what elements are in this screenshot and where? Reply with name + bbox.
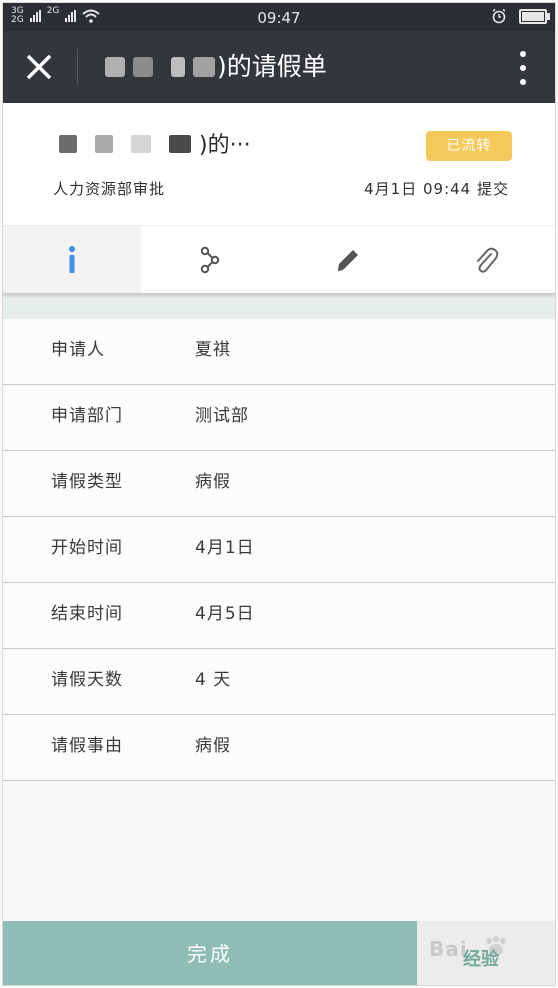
page-title: )的请假单 [217, 52, 327, 81]
close-button[interactable] [21, 49, 57, 85]
redacted-name-3 [171, 57, 185, 77]
close-icon [26, 54, 52, 80]
detail-row-applicant: 申请人 夏祺 [3, 319, 555, 385]
watermark-sub: 经验 [463, 949, 499, 970]
row-label: 开始时间 [51, 538, 123, 558]
redacted-name-4 [193, 57, 215, 77]
done-button[interactable]: 完成 [3, 921, 417, 985]
row-value: 病假 [195, 736, 231, 756]
detail-row-reason: 请假事由 病假 [3, 715, 555, 781]
detail-list: 申请人 夏祺 申请部门 测试部 请假类型 病假 开始时间 4月1日 结束时间 4… [3, 319, 555, 781]
battery-icon [519, 8, 550, 24]
info-icon [69, 246, 75, 273]
row-label: 请假类型 [51, 472, 123, 492]
tab-bar [3, 225, 555, 294]
status-bar: 3G 2G 2G 2G 09:47 [3, 3, 555, 31]
row-label: 申请部门 [51, 406, 123, 426]
tab-flow[interactable] [141, 226, 279, 294]
app-screen: 3G 2G 2G 2G 09:47 [2, 2, 556, 986]
redacted-applicant [59, 135, 77, 153]
detail-row-leave-type: 请假类型 病假 [3, 451, 555, 517]
section-separator [3, 299, 555, 319]
row-value: 测试部 [195, 406, 249, 426]
redacted-applicant-3 [131, 135, 151, 153]
redacted-name-2 [133, 57, 153, 77]
row-label: 结束时间 [51, 604, 123, 624]
summary-title: )的··· [199, 133, 251, 158]
detail-row-department: 申请部门 测试部 [3, 385, 555, 451]
redacted-applicant-4 [169, 135, 191, 153]
row-label: 请假事由 [51, 736, 123, 756]
title-bar: )的请假单 [3, 31, 555, 103]
tab-attachment[interactable] [417, 226, 555, 294]
submit-time: 4月1日 09:44 提交 [364, 180, 509, 198]
clock: 09:47 [257, 9, 301, 27]
status-badge: 已流转 [426, 131, 512, 161]
row-value: 夏祺 [195, 340, 231, 360]
flow-icon [200, 246, 220, 274]
row-label: 申请人 [51, 340, 105, 360]
row-value: 4月5日 [195, 604, 255, 624]
paperclip-icon [477, 247, 499, 273]
row-label: 请假天数 [51, 670, 123, 690]
detail-row-start-time: 开始时间 4月1日 [3, 517, 555, 583]
row-value: 病假 [195, 472, 231, 492]
redacted-applicant-2 [95, 135, 113, 153]
alarm-icon [492, 8, 506, 24]
approval-department: 人力资源部审批 [53, 180, 166, 198]
tab-edit[interactable] [279, 226, 417, 294]
tab-info[interactable] [3, 226, 141, 294]
title-divider [77, 49, 78, 85]
more-menu-button[interactable] [517, 51, 529, 85]
redacted-name [105, 57, 125, 77]
watermark: Bai 经验 [417, 921, 555, 985]
detail-row-end-time: 结束时间 4月5日 [3, 583, 555, 649]
detail-row-days: 请假天数 4 天 [3, 649, 555, 715]
row-value: 4月1日 [195, 538, 255, 558]
request-summary: )的··· 已流转 人力资源部审批 4月1日 09:44 提交 [3, 103, 555, 225]
row-value: 4 天 [195, 670, 232, 690]
watermark-text: Bai [429, 937, 468, 961]
more-vertical-icon [520, 51, 526, 57]
pencil-icon [337, 250, 358, 271]
